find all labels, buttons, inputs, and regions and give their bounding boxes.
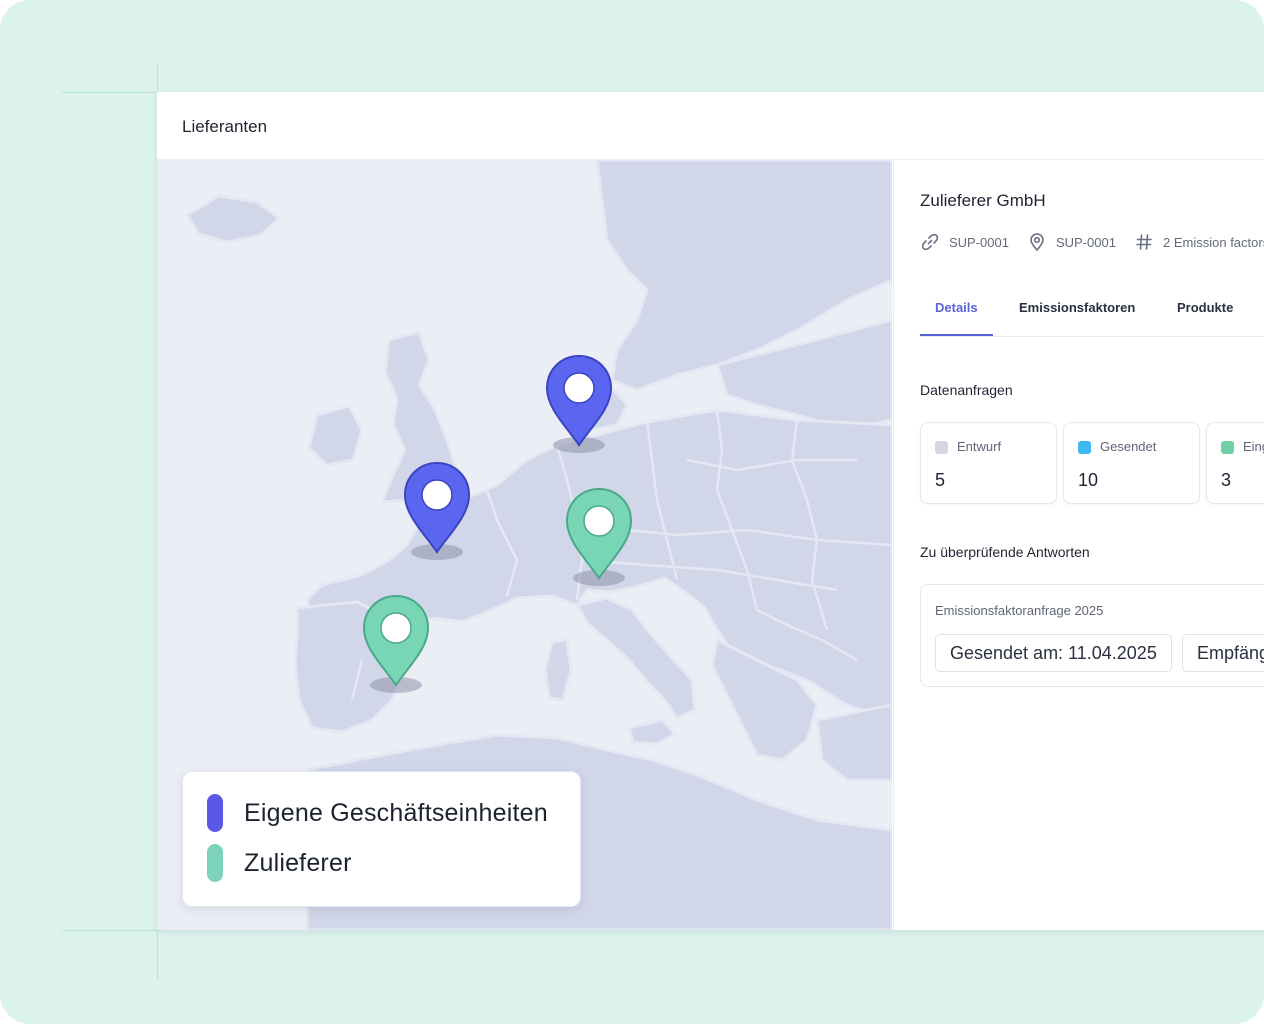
- status-dot-sent: [1078, 441, 1091, 454]
- stat-value: 5: [935, 470, 946, 490]
- guide-line: [157, 925, 158, 980]
- map-pin-supplier-spain[interactable]: [358, 593, 434, 699]
- responses-title: Zu überprüfende Antworten: [920, 544, 1090, 560]
- tab-emission-factors[interactable]: Emissionsfaktoren: [1019, 300, 1135, 315]
- stat-label: Eingegangen: [1243, 439, 1264, 454]
- recipient-label: Empfänger: [1197, 642, 1264, 663]
- stat-card-sent[interactable]: Gesendet 10: [1063, 422, 1200, 504]
- legend-item-suppliers: Zulieferer: [207, 844, 352, 882]
- map-pin-own-france[interactable]: [399, 460, 475, 566]
- tab-products[interactable]: Produkte: [1177, 300, 1233, 315]
- data-requests-title: Datenanfragen: [920, 382, 1013, 398]
- emission-factor-count-text: 2 Emission factors: [1163, 234, 1264, 250]
- supplier-window: Lieferanten Eigene Geschäftseinheiten Zu…: [157, 92, 1264, 930]
- europe-map[interactable]: Eigene Geschäftseinheiten Zulieferer: [157, 160, 892, 930]
- legend-label: Eigene Geschäftseinheiten: [244, 798, 548, 827]
- guide-line: [62, 930, 162, 931]
- location-id-text: SUP-0001: [1056, 234, 1116, 250]
- request-card[interactable]: Emissionsfaktoranfrage 2025 Gesendet am:…: [920, 584, 1264, 687]
- link-icon: [921, 233, 939, 251]
- hash-icon: [1136, 234, 1152, 250]
- stat-card-received[interactable]: Eingegangen 3: [1206, 422, 1264, 504]
- guide-line: [62, 92, 162, 93]
- link-id-text: SUP-0001: [949, 234, 1009, 250]
- map-pin-own-germany[interactable]: [541, 353, 617, 459]
- map-pin-supplier-switzerland[interactable]: [561, 486, 637, 592]
- sent-date-chip: Gesendet am: 11.04.2025: [935, 634, 1172, 672]
- window-title: Lieferanten: [182, 117, 268, 136]
- sent-label: Gesendet am:: [950, 642, 1064, 663]
- status-dot-received: [1221, 441, 1234, 454]
- legend-swatch-own: [207, 794, 223, 832]
- legend-label: Zulieferer: [244, 848, 352, 877]
- stat-label: Gesendet: [1100, 439, 1157, 454]
- supplier-link-id[interactable]: SUP-0001: [920, 232, 1009, 252]
- stat-label: Entwurf: [957, 439, 1002, 454]
- status-dot-draft: [935, 441, 948, 454]
- supplier-detail-panel: Zulieferer GmbH SUP-0001 SUP-0001 2 Emis…: [893, 160, 1264, 930]
- stat-value: 3: [1221, 470, 1232, 490]
- supplier-location-id: SUP-0001: [1027, 232, 1116, 252]
- recipient-chip: Empfänger: [1182, 634, 1264, 672]
- legend-swatch-supplier: [207, 844, 223, 882]
- active-tab-indicator: [920, 334, 993, 336]
- detail-tabs: Details Emissionsfaktoren Produkte: [920, 280, 1264, 337]
- stat-card-draft[interactable]: Entwurf 5: [920, 422, 1057, 504]
- window-titlebar: Lieferanten: [157, 92, 1264, 160]
- legend-item-own-units: Eigene Geschäftseinheiten: [207, 794, 548, 832]
- supplier-emission-factor-count: 2 Emission factors: [1134, 232, 1264, 252]
- supplier-name: Zulieferer GmbH: [920, 191, 1046, 210]
- stat-value: 10: [1078, 470, 1099, 490]
- tab-details[interactable]: Details: [935, 300, 978, 315]
- request-title: Emissionsfaktoranfrage 2025: [935, 603, 1104, 618]
- sent-date: 11.04.2025: [1068, 642, 1157, 663]
- map-legend: Eigene Geschäftseinheiten Zulieferer: [182, 771, 581, 907]
- location-pin-icon: [1030, 233, 1044, 252]
